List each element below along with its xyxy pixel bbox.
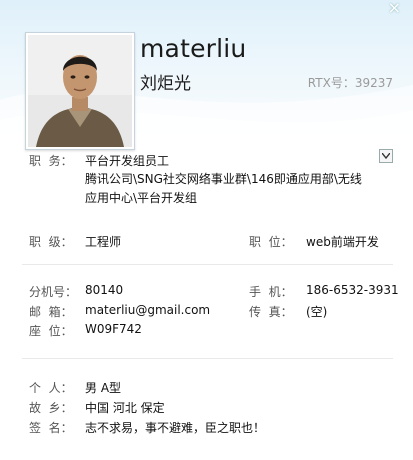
- signature-label: 签 名：: [29, 421, 73, 435]
- divider: [22, 264, 393, 265]
- username: materliu: [140, 34, 247, 63]
- email-label: 邮 箱：: [29, 305, 73, 319]
- rtx-number: RTX号：39237: [307, 76, 393, 90]
- position-title: 平台开发组员工: [85, 154, 170, 168]
- department-path: 腾讯公司\SNG社交网络事业群\146即通应用部\无线应用中心\平台开发组: [85, 172, 362, 205]
- person-value: 男 A型: [85, 381, 122, 395]
- seat-label: 座 位：: [29, 324, 73, 338]
- fax-value: (空): [306, 305, 328, 319]
- fax-label: 传 真：: [249, 305, 293, 319]
- signature-value: 志不求易，事不避难，臣之职也！: [85, 421, 266, 435]
- chevron-down-icon: [382, 153, 390, 159]
- post-value: web前端开发: [306, 235, 379, 249]
- person-label: 个 人：: [29, 381, 73, 395]
- seat-value: W09F742: [85, 322, 142, 336]
- avatar: [25, 32, 135, 150]
- email-value[interactable]: materliu@gmail.com: [85, 303, 210, 317]
- hometown-value: 中国 河北 保定: [85, 401, 165, 415]
- extension-value: 80140: [85, 283, 124, 297]
- profile-card: × materliu 刘炬光 RTX号：39237 职 务： 平台开发组员工 腾…: [0, 0, 413, 460]
- close-icon[interactable]: ×: [388, 0, 401, 16]
- post-label: 职 位：: [249, 235, 293, 249]
- expand-dropdown-button[interactable]: [379, 149, 393, 163]
- position-label: 职 务：: [29, 154, 73, 168]
- extension-label: 分机号：: [29, 285, 78, 299]
- level-label: 职 级：: [29, 235, 73, 249]
- mobile-value: 186-6532-3931: [306, 283, 399, 297]
- chinese-name: 刘炬光: [140, 74, 191, 94]
- mobile-label: 手 机：: [249, 285, 293, 299]
- level-value: 工程师: [85, 235, 122, 249]
- hometown-label: 故 乡：: [29, 401, 73, 415]
- divider: [22, 358, 393, 359]
